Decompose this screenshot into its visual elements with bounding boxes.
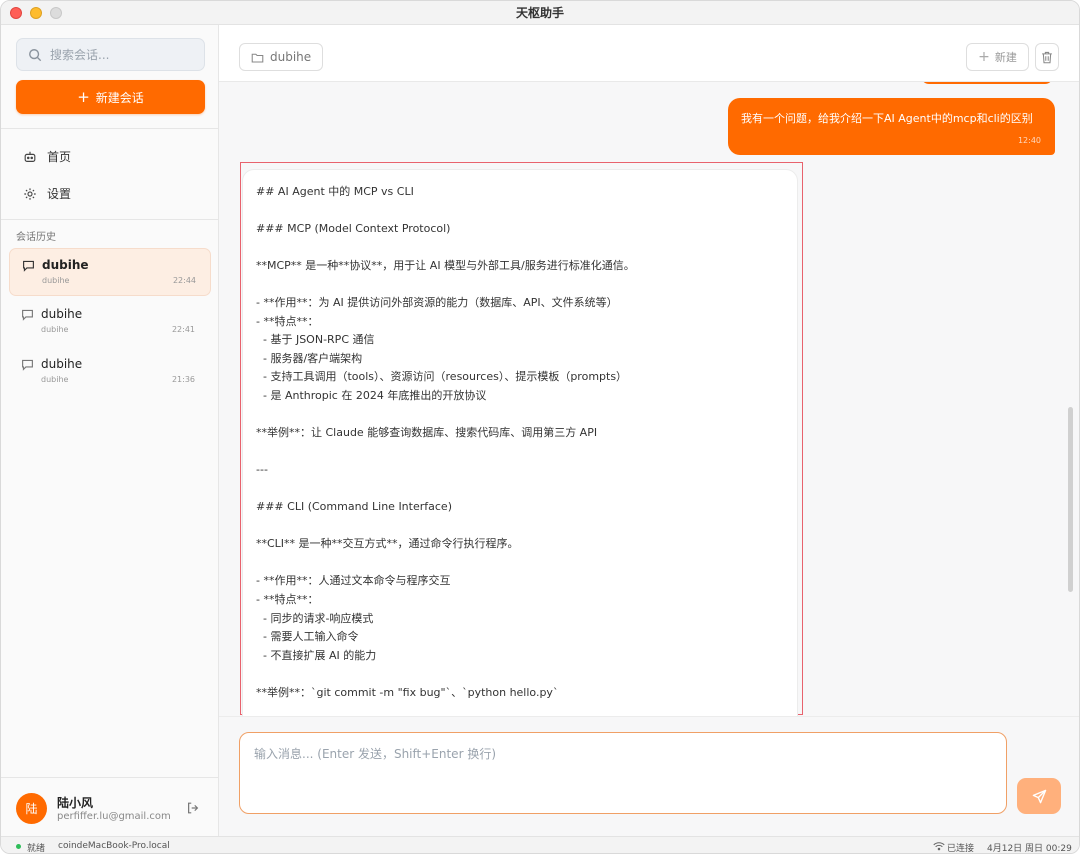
divider xyxy=(1,219,219,220)
conversation-time: 21:36 xyxy=(171,375,195,384)
status-indicator xyxy=(16,844,21,849)
folder-icon xyxy=(251,53,264,62)
ai-message-line: - 服务器/客户端架构 xyxy=(256,351,363,365)
nav-item-label: 首页 xyxy=(47,150,72,164)
ai-message-line xyxy=(256,517,797,536)
message-input[interactable] xyxy=(239,732,1007,814)
app-window: 天枢助手 + 新建会话 首页 设置 会话历史 dubihe xyxy=(0,0,1080,854)
chat-header: dubihe + 新建 xyxy=(219,25,1079,82)
send-icon xyxy=(1032,789,1046,803)
new-button[interactable]: + 新建 xyxy=(966,43,1029,71)
new-button-label: 新建 xyxy=(994,51,1017,64)
ai-message-line: - 不直接扩展 AI 的能力 xyxy=(256,648,377,662)
ai-message-line: **MCP** 是一种**协议**，用于让 AI 模型与外部工具/服务进行标准化… xyxy=(256,259,635,273)
ai-message-line: - 同步的请求-响应模式 xyxy=(256,611,374,625)
conversation-item[interactable]: dubihe dubihe 21:36 xyxy=(9,348,211,396)
chat-messages: 我有一个问题，给我介绍一下AI Agent中的mcp和cli的区别 12:40 … xyxy=(219,82,1079,716)
close-window-button[interactable] xyxy=(10,7,22,19)
ai-message-line: - 基于 JSON-RPC 通信 xyxy=(256,333,375,347)
ai-message-line: ### MCP (Model Context Protocol) xyxy=(256,222,451,236)
user-profile: 陆 陆小风 perfiffer.lu@gmail.com xyxy=(1,777,219,836)
divider xyxy=(1,128,219,129)
maximize-window-button[interactable] xyxy=(50,7,62,19)
conversation-name: dubihe xyxy=(41,357,83,371)
sidebar: + 新建会话 首页 设置 会话历史 dubihe dubihe 22:44 xyxy=(1,25,219,836)
user-message-text: 我有一个问题，给我介绍一下AI Agent中的mcp和cli的区别 xyxy=(741,112,1033,125)
conversation-time: 22:41 xyxy=(171,325,195,334)
ai-message-line xyxy=(256,443,797,462)
ai-message-line: - **作用**：为 AI 提供访问外部资源的能力（数据库、API、文件系统等） xyxy=(256,296,618,310)
ai-message-line: - **特点**： xyxy=(256,314,319,328)
search-input[interactable] xyxy=(50,47,190,62)
window-controls xyxy=(10,7,62,19)
conversation-name: dubihe xyxy=(42,258,89,272)
ai-message-line xyxy=(256,276,797,295)
conversation-subtitle: dubihe xyxy=(41,375,69,384)
conversation-name: dubihe xyxy=(41,307,83,321)
plus-icon: + xyxy=(978,49,990,65)
title-bar: 天枢助手 xyxy=(1,1,1079,25)
ai-message-line xyxy=(256,239,797,258)
gear-icon xyxy=(24,187,36,200)
input-area xyxy=(219,716,1079,836)
ai-message-bubble: ## AI Agent 中的 MCP vs CLI ### MCP (Model… xyxy=(242,169,798,716)
wifi-icon xyxy=(933,842,945,851)
date-time: 4月12日 周日 00:29 xyxy=(987,844,1072,854)
ai-message-line: - 是 Anthropic 在 2024 年底推出的开放协议 xyxy=(256,389,487,403)
avatar[interactable]: 陆 xyxy=(16,793,47,824)
new-chat-button[interactable]: + 新建会话 xyxy=(16,80,205,114)
ai-message-highlight: ## AI Agent 中的 MCP vs CLI ### MCP (Model… xyxy=(240,162,803,716)
previous-message-bubble xyxy=(921,82,1053,84)
ai-message-line: **CLI** 是一种**交互方式**，通过命令行执行程序。 xyxy=(256,537,519,551)
ai-message-line: - **作用**：人通过文本命令与程序交互 xyxy=(256,574,451,588)
conversation-time: 22:44 xyxy=(172,276,196,285)
nav-item-settings[interactable]: 设置 xyxy=(23,185,71,202)
search-box[interactable] xyxy=(16,38,205,71)
ai-message-line xyxy=(256,202,797,221)
nav-item-home[interactable]: 首页 xyxy=(23,148,71,165)
nav-item-label: 设置 xyxy=(47,187,72,201)
ai-message-line xyxy=(256,480,797,499)
ai-message-line: - 需要人工输入命令 xyxy=(256,630,359,644)
conversation-subtitle: dubihe xyxy=(41,325,69,334)
conversation-subtitle: dubihe xyxy=(42,276,70,285)
folder-chip[interactable]: dubihe xyxy=(239,43,324,71)
trash-icon xyxy=(1042,51,1052,63)
ai-message-line: ### CLI (Command Line Interface) xyxy=(256,500,452,514)
ai-message-line xyxy=(256,554,797,573)
logout-icon[interactable] xyxy=(186,801,200,815)
status-bar: 就绪 coindeMacBook-Pro.local 已连接 4月12日 周日 … xyxy=(1,836,1079,854)
ai-message-line: **举例**：让 Claude 能够查询数据库、搜索代码库、调用第三方 API xyxy=(256,426,598,440)
user-email: perfiffer.lu@gmail.com xyxy=(57,811,171,822)
ai-message-line: - **特点**： xyxy=(256,593,319,607)
status-text: 就绪 xyxy=(27,844,46,854)
history-label: 会话历史 xyxy=(16,232,56,243)
ai-message-line xyxy=(256,665,797,684)
ai-message-line: ## AI Agent 中的 MCP vs CLI xyxy=(256,185,414,198)
user-name: 陆小风 xyxy=(57,796,94,810)
robot-icon xyxy=(24,151,36,162)
delete-button[interactable] xyxy=(1035,43,1059,71)
ai-message-line: **举例**：`git commit -m "fix bug"`、`python… xyxy=(256,685,559,699)
connection-status: 已连接 xyxy=(947,844,975,854)
plus-icon: + xyxy=(77,87,90,106)
conversation-item[interactable]: dubihe dubihe 22:41 xyxy=(9,298,211,346)
ai-message-line xyxy=(256,406,797,425)
new-chat-label: 新建会话 xyxy=(95,90,144,105)
chat-scrollbar[interactable] xyxy=(1068,407,1073,592)
message-time: 12:40 xyxy=(1017,136,1041,145)
search-icon xyxy=(29,48,42,61)
minimize-window-button[interactable] xyxy=(30,7,42,19)
host-name: coindeMacBook-Pro.local xyxy=(58,841,170,851)
user-message-bubble: 我有一个问题，给我介绍一下AI Agent中的mcp和cli的区别 12:40 xyxy=(728,98,1055,155)
ai-message-line: --- xyxy=(256,463,268,477)
folder-label: dubihe xyxy=(270,50,312,64)
chat-bubble-icon xyxy=(23,260,34,272)
window-title: 天枢助手 xyxy=(515,6,564,20)
ai-message-line: - 支持工具调用（tools）、资源访问（resources）、提示模板（pro… xyxy=(256,370,628,384)
conversation-item[interactable]: dubihe dubihe 22:44 xyxy=(9,248,211,296)
chat-bubble-icon xyxy=(22,359,33,371)
send-button[interactable] xyxy=(1017,778,1061,814)
chat-bubble-icon xyxy=(22,309,33,321)
